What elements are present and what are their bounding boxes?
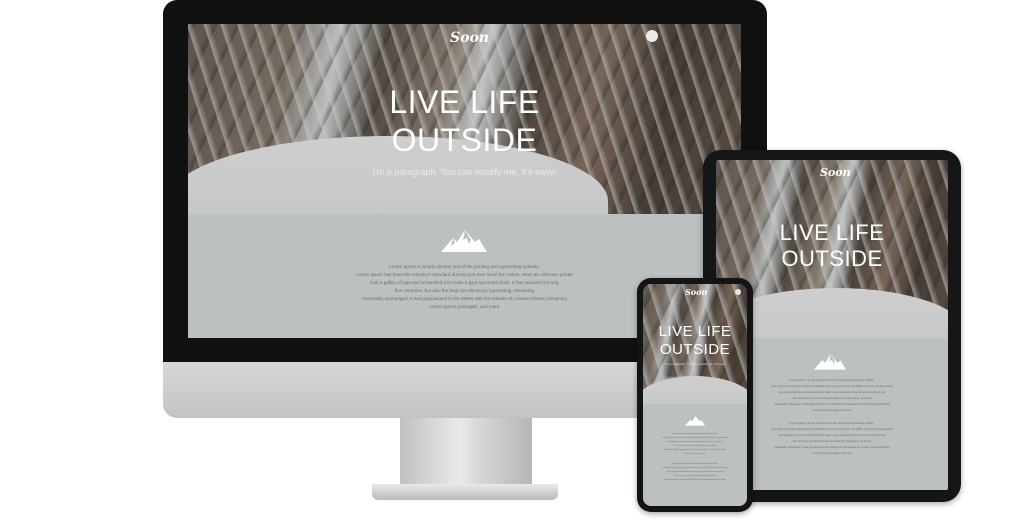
- hero-title-line1: LIVE LIFE: [389, 84, 540, 120]
- mountain-icon: [685, 416, 705, 426]
- hero-title-line2: OUTSIDE: [781, 246, 883, 271]
- hero-subtitle: I'm a paragraph. You can modify me. It's…: [664, 362, 726, 366]
- hero-title-line2: OUTSIDE: [659, 341, 731, 358]
- site-logo[interactable]: Soon: [450, 30, 489, 46]
- site-logo[interactable]: Soon: [820, 166, 851, 179]
- hero-title-line2: OUTSIDE: [391, 122, 538, 158]
- mountain-icon: [814, 354, 846, 370]
- menu-dot-icon[interactable]: [735, 289, 741, 295]
- site-logo[interactable]: Soon: [685, 287, 707, 297]
- hero-title-line1: LIVE LIFE: [658, 323, 732, 340]
- phone-screen: Soon LIVE LIFE OUTSIDE I'm a paragraph. …: [643, 284, 747, 506]
- menu-dot-icon[interactable]: [646, 30, 658, 42]
- mountain-icon: [441, 230, 487, 252]
- monitor-stand-base: [372, 484, 558, 500]
- hero-title-line1: LIVE LIFE: [779, 220, 885, 245]
- hero-subtitle: I'm a paragraph. You can modify me. It's…: [372, 167, 557, 177]
